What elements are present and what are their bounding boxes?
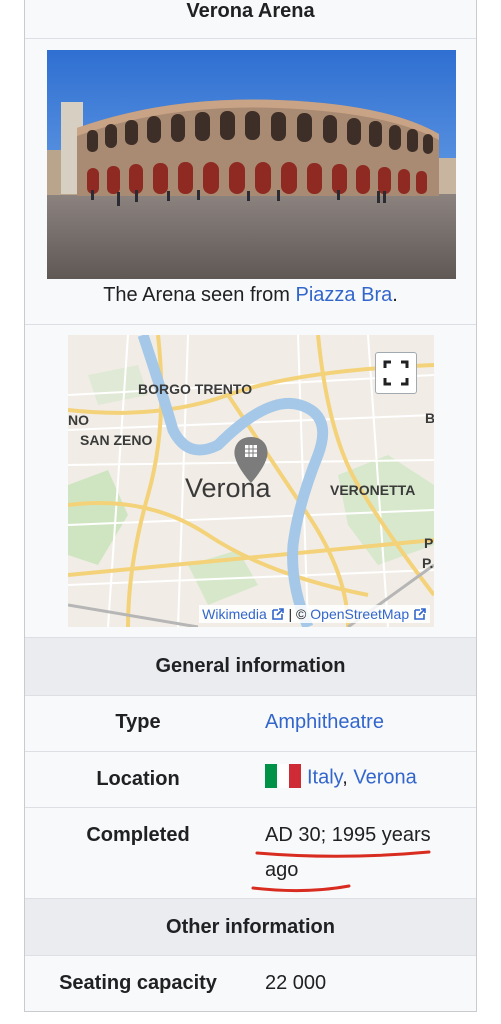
italy-flag-icon [265,764,301,788]
seating-label: Seating capacity [59,972,217,994]
fullscreen-icon [383,360,409,386]
section-other-information: Other information [25,899,476,955]
section-general-information: General information [25,638,476,695]
image-caption: The Arena seen from Piazza Bra. [25,284,476,307]
map-label-edge-right-p: P [424,535,433,551]
row-seating-capacity: Seating capacity 22 000 [25,956,476,1011]
map-label-borgo-trento: BORGO TRENTO [138,381,252,397]
map-attribution: Wikimedia | © OpenStreetMap [199,605,430,623]
location-label: Location [96,768,180,790]
map-label-veronetta: VERONETTA [330,482,415,498]
location-value: Italy, Verona [265,764,417,790]
infobox: Verona Arena The Arena seen from Piazza … [24,0,477,1012]
verona-link[interactable]: Verona [353,766,416,788]
attribution-separator: | © [284,606,311,622]
wikimedia-link[interactable]: Wikimedia [202,606,267,622]
map-label-verona: Verona [185,473,272,503]
piazza-bra-link[interactable]: Piazza Bra [296,284,393,306]
openstreetmap-link[interactable]: OpenStreetMap [310,606,409,622]
location-map[interactable]: BORGO TRENTO SAN ZENO Verona VERONETTA N… [68,335,434,627]
row-type: Type Amphitheatre [25,696,476,751]
map-label-san-zeno: SAN ZENO [80,432,152,448]
completed-label: Completed [86,824,190,846]
caption-suffix: . [392,284,398,306]
map-label-edge-right-p2: P. [422,555,433,571]
external-link-icon [414,608,426,620]
map-label-edge-right: B [425,410,434,426]
divider [25,38,476,39]
location-separator: , [342,766,354,789]
arena-photo[interactable] [47,50,456,279]
row-completed: Completed AD 30; 1995 years ago [25,808,476,898]
infobox-title: Verona Arena [186,0,315,22]
external-link-icon [271,608,284,620]
row-location: Location Italy, Verona [25,752,476,807]
type-value-link[interactable]: Amphitheatre [265,711,384,734]
type-label: Type [115,711,161,733]
seating-value: 22 000 [265,972,327,994]
caption-text: The Arena seen from [103,284,296,306]
divider [25,324,476,325]
italy-link[interactable]: Italy [307,766,342,788]
red-underline-annotation [251,850,431,893]
map-label-edge-left: NO [68,412,89,428]
fullscreen-button[interactable] [375,352,417,394]
